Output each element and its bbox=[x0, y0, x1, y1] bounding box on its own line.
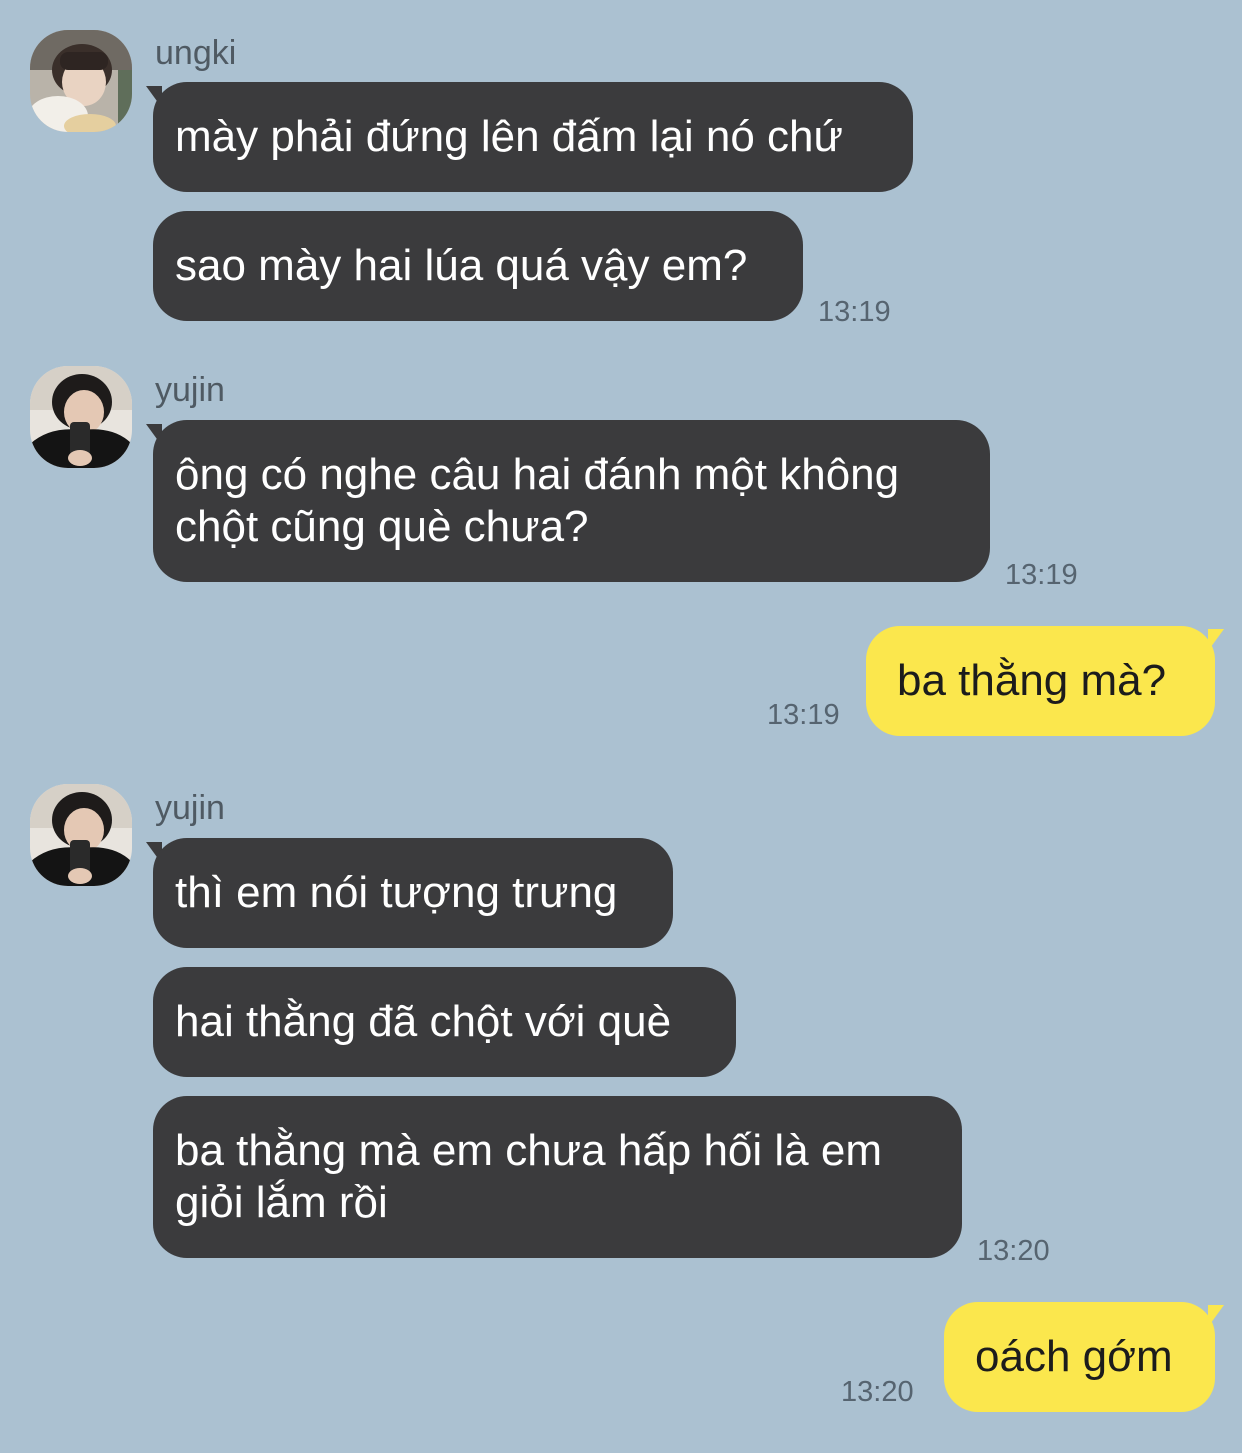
avatar-ungki[interactable] bbox=[30, 30, 132, 132]
message-bubble[interactable]: ông có nghe câu hai đánh một không chột … bbox=[153, 420, 990, 582]
avatar-yujin-photo bbox=[30, 784, 132, 886]
message-bubble[interactable]: thì em nói tượng trưng bbox=[153, 838, 673, 948]
message-timestamp: 13:19 bbox=[1005, 559, 1078, 591]
message-bubble[interactable]: mày phải đứng lên đấm lại nó chứ bbox=[153, 82, 913, 192]
message-timestamp: 13:20 bbox=[841, 1376, 914, 1408]
avatar-yujin[interactable] bbox=[30, 784, 132, 886]
message-bubble[interactable]: sao mày hai lúa quá vậy em? bbox=[153, 211, 803, 321]
message-line: ông có nghe câu hai đánh một không bbox=[175, 450, 900, 499]
message-line: giỏi lắm rồi bbox=[175, 1178, 388, 1227]
message-timestamp: 13:19 bbox=[818, 296, 891, 328]
avatar-ungki-photo bbox=[30, 30, 132, 132]
message-timestamp: 13:19 bbox=[767, 699, 840, 731]
message-bubble[interactable]: hai thằng đã chột với què bbox=[153, 967, 736, 1077]
avatar-yujin-photo bbox=[30, 366, 132, 468]
message-bubble[interactable]: ba thằng mà em chưa hấp hối là em giỏi l… bbox=[153, 1096, 962, 1258]
message-bubble-outgoing[interactable]: oách gớm bbox=[944, 1302, 1215, 1412]
sender-name-ungki: ungki bbox=[155, 34, 237, 72]
bubble-tail bbox=[1208, 629, 1224, 651]
sender-name-yujin: yujin bbox=[155, 789, 225, 827]
message-timestamp: 13:20 bbox=[977, 1235, 1050, 1267]
avatar-yujin[interactable] bbox=[30, 366, 132, 468]
message-bubble-outgoing[interactable]: ba thằng mà? bbox=[866, 626, 1215, 736]
bubble-tail bbox=[1208, 1305, 1224, 1327]
message-line: chột cũng què chưa? bbox=[175, 502, 589, 551]
message-line: ba thằng mà em chưa hấp hối là em bbox=[175, 1126, 882, 1175]
chat-window: ungki mày phải đứng lên đấm lại nó chứ s… bbox=[0, 0, 1242, 1453]
sender-name-yujin: yujin bbox=[155, 371, 225, 409]
